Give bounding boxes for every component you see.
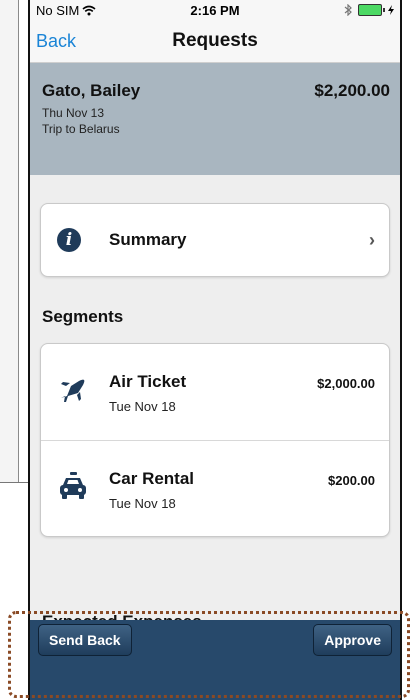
bluetooth-icon — [344, 4, 352, 16]
segments-list: Air Ticket Tue Nov 18 $2,000.00 Car Rent… — [40, 343, 390, 537]
status-bar: No SIM 2:16 PM — [30, 0, 400, 20]
request-total: $2,200.00 — [314, 81, 390, 100]
battery-icon — [358, 4, 385, 16]
bottom-toolbar: Send Back Approve — [30, 620, 400, 700]
trip-name: Trip to Belarus — [42, 122, 120, 136]
background-frame-edge — [0, 482, 30, 483]
segment-date: Tue Nov 18 — [109, 399, 176, 414]
airplane-icon — [61, 379, 85, 402]
page-title: Requests — [172, 30, 258, 51]
charging-icon — [388, 5, 394, 15]
car-icon — [60, 472, 86, 499]
segment-title: Car Rental — [109, 469, 195, 488]
info-icon: i — [57, 228, 81, 252]
background-window-frame — [0, 0, 19, 483]
segment-title: Air Ticket — [109, 372, 187, 391]
summary-row[interactable]: i Summary › — [40, 203, 390, 277]
phone-screen: No SIM 2:16 PM Back Requests Gato, Baile… — [28, 0, 402, 700]
segment-date: Tue Nov 18 — [109, 496, 176, 511]
request-header: Gato, Bailey $2,200.00 Thu Nov 13 Trip t… — [30, 63, 400, 175]
approve-button[interactable]: Approve — [313, 624, 392, 656]
carrier-label: No SIM — [36, 2, 80, 18]
send-back-button[interactable]: Send Back — [38, 624, 132, 656]
chevron-right-icon: › — [369, 229, 375, 250]
summary-label: Summary — [109, 230, 187, 249]
segment-row-car-rental[interactable]: Car Rental Tue Nov 18 $200.00 — [41, 440, 389, 536]
segment-amount: $200.00 — [328, 473, 375, 488]
segments-heading: Segments — [42, 307, 124, 326]
back-button[interactable]: Back — [30, 31, 76, 52]
segment-row-air-ticket[interactable]: Air Ticket Tue Nov 18 $2,000.00 — [41, 344, 389, 440]
navigation-bar: Back Requests — [30, 20, 400, 63]
segment-amount: $2,000.00 — [317, 376, 375, 391]
request-date: Thu Nov 13 — [42, 106, 105, 120]
wifi-icon — [82, 5, 96, 15]
